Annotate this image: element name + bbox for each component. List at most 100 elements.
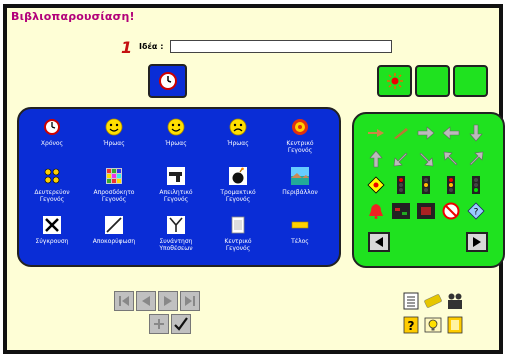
triangle-left-icon bbox=[375, 237, 383, 247]
document-icon bbox=[231, 216, 245, 234]
merge-icon bbox=[167, 216, 185, 234]
element-label: Συνάντηση Υποθέσεων bbox=[159, 238, 193, 252]
empty-slot-button[interactable] bbox=[453, 65, 488, 97]
scroll-right-button[interactable] bbox=[466, 232, 488, 252]
next-page-button[interactable] bbox=[158, 291, 178, 311]
idea-input[interactable] bbox=[170, 40, 392, 53]
element-label: Σύγκρουση bbox=[35, 238, 69, 245]
element-label: Τρομακτικό Γεγονός bbox=[220, 189, 256, 203]
dark-image-icon[interactable] bbox=[391, 202, 411, 220]
element-hero[interactable]: Ήρωας bbox=[208, 115, 268, 163]
tape-icon[interactable] bbox=[424, 292, 442, 310]
help-question-icon[interactable]: ? bbox=[402, 316, 420, 334]
skip-first-icon bbox=[119, 296, 129, 306]
people-icon[interactable] bbox=[446, 292, 464, 310]
element-plot-merge[interactable]: Συνάντηση Υποθέσεων bbox=[146, 213, 206, 261]
clock-icon bbox=[44, 119, 60, 135]
last-page-button[interactable] bbox=[180, 291, 200, 311]
element-label: Απροσδόκητο Γεγονός bbox=[93, 189, 135, 203]
arrow-up-icon[interactable] bbox=[366, 150, 386, 168]
element-unexpected-event[interactable]: Απροσδόκητο Γεγονός bbox=[84, 164, 144, 212]
rising-line-icon bbox=[105, 216, 123, 234]
element-secondary-event[interactable]: Δευτερεύον Γεγονός bbox=[22, 164, 82, 212]
story-elements-panel: Χρόνος Ήρωας Ήρωας Ήρωας Κεντρικό Γεγονό… bbox=[17, 107, 341, 267]
landscape-icon bbox=[291, 167, 309, 185]
svg-text:?: ? bbox=[408, 319, 415, 333]
symbols-panel: ? bbox=[352, 112, 505, 268]
element-label: Αποκορύφωση bbox=[92, 238, 136, 245]
element-scary-event[interactable]: Τρομακτικό Γεγονός bbox=[208, 164, 268, 212]
spark-icon bbox=[386, 73, 403, 89]
element-conflict[interactable]: Σύγκρουση bbox=[22, 213, 82, 261]
element-label: Χρόνος bbox=[40, 140, 64, 147]
scroll-left-button[interactable] bbox=[368, 232, 390, 252]
traffic-light-icon[interactable] bbox=[391, 176, 411, 194]
element-label: Δευτερεύον Γεγονός bbox=[34, 189, 70, 203]
element-label: Ήρωας bbox=[103, 140, 125, 147]
question-diamond-icon[interactable]: ? bbox=[466, 202, 486, 220]
page-title: Βιβλιοπαρουσίαση! bbox=[11, 10, 135, 23]
idea-label: Ιδέα : bbox=[139, 42, 164, 51]
element-hero[interactable]: Ήρωας bbox=[84, 115, 144, 163]
arrow-up-right-icon[interactable] bbox=[466, 150, 486, 168]
checkmark-icon bbox=[174, 317, 188, 331]
element-label: Ήρωας bbox=[227, 140, 249, 147]
smiley-icon bbox=[167, 118, 185, 136]
clock-button[interactable] bbox=[148, 64, 187, 98]
svg-text:?: ? bbox=[474, 208, 479, 218]
app-frame: Βιβλιοπαρουσίαση! 1 Ιδέα : Χρόνος Ήρωας … bbox=[3, 4, 505, 354]
arrow-down-right-icon[interactable] bbox=[416, 150, 436, 168]
arrow-down-icon[interactable] bbox=[466, 124, 486, 142]
skip-last-icon bbox=[185, 296, 195, 306]
element-climax[interactable]: Αποκορύφωση bbox=[84, 213, 144, 261]
triangle-right-icon bbox=[164, 296, 172, 306]
previous-page-button[interactable] bbox=[136, 291, 156, 311]
element-end[interactable]: Τέλος bbox=[270, 213, 330, 261]
arrow-up-left-icon[interactable] bbox=[441, 150, 461, 168]
bomb-icon bbox=[229, 167, 247, 185]
arrow-down-left-icon[interactable] bbox=[391, 150, 411, 168]
confirm-button[interactable] bbox=[171, 314, 191, 334]
element-main-event[interactable]: Κεντρικό Γεγονός bbox=[270, 115, 330, 163]
element-setting[interactable]: Περιβάλλον bbox=[270, 164, 330, 212]
warning-sign-icon[interactable] bbox=[366, 176, 386, 194]
add-button[interactable] bbox=[149, 314, 169, 334]
element-label: Κεντρικό Γεγονός bbox=[224, 238, 252, 252]
cross-icon bbox=[43, 216, 61, 234]
target-icon bbox=[292, 119, 308, 135]
traffic-light-icon[interactable] bbox=[441, 176, 461, 194]
element-label: Ήρωας bbox=[165, 140, 187, 147]
element-hero[interactable]: Ήρωας bbox=[146, 115, 206, 163]
note-lightbulb-icon[interactable] bbox=[424, 316, 442, 334]
arrow-right-icon[interactable] bbox=[416, 124, 436, 142]
triangle-right-icon bbox=[473, 237, 481, 247]
plus-icon bbox=[154, 319, 164, 329]
list-document-icon[interactable] bbox=[402, 292, 420, 310]
step-number: 1 bbox=[121, 38, 133, 57]
arrow-left-icon[interactable] bbox=[441, 124, 461, 142]
element-label: Κεντρικό Γεγονός bbox=[286, 140, 314, 154]
traffic-light-icon[interactable] bbox=[416, 176, 436, 194]
element-main-event-doc[interactable]: Κεντρικό Γεγονός bbox=[208, 213, 268, 261]
element-label: Τέλος bbox=[291, 238, 309, 245]
traffic-light-icon[interactable] bbox=[466, 176, 486, 194]
hand-write-icon[interactable] bbox=[391, 124, 411, 142]
empty-slot-button[interactable] bbox=[415, 65, 450, 97]
spark-button[interactable] bbox=[377, 65, 412, 97]
gun-icon bbox=[167, 167, 185, 185]
bell-icon[interactable] bbox=[366, 202, 386, 220]
dots-icon bbox=[44, 168, 60, 184]
dark-image-icon[interactable] bbox=[416, 202, 436, 220]
hand-point-icon[interactable] bbox=[366, 124, 386, 142]
end-icon bbox=[291, 221, 309, 229]
element-time[interactable]: Χρόνος bbox=[22, 115, 82, 163]
first-page-button[interactable] bbox=[114, 291, 134, 311]
sticky-note-icon[interactable] bbox=[446, 316, 464, 334]
element-label: Απειλητικό Γεγονός bbox=[159, 189, 193, 203]
triangle-left-icon bbox=[142, 296, 150, 306]
no-entry-icon[interactable] bbox=[441, 202, 461, 220]
element-threatening-event[interactable]: Απειλητικό Γεγονός bbox=[146, 164, 206, 212]
element-label: Περιβάλλον bbox=[282, 189, 318, 196]
clock-icon bbox=[158, 72, 177, 90]
smiley-icon bbox=[105, 118, 123, 136]
